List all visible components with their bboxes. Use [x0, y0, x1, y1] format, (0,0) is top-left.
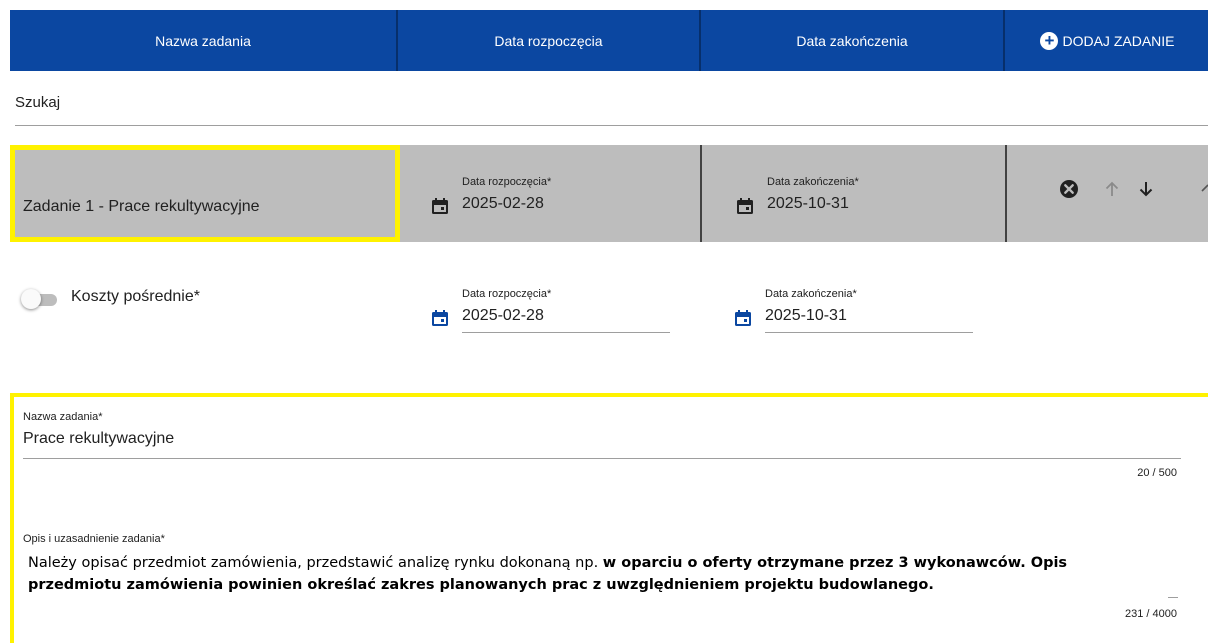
- column-divider: [700, 145, 702, 242]
- detail-end-date-label: Data zakończenia*: [765, 288, 857, 300]
- start-date-value: 2025-02-28: [462, 195, 544, 212]
- task-name-field-value: Prace rekultywacyjne: [23, 430, 175, 447]
- end-date-underline: [765, 332, 973, 333]
- task-row[interactable]: Zadanie 1 - Prace rekultywacyjne Data ro…: [10, 145, 1208, 242]
- calendar-icon[interactable]: [735, 196, 755, 216]
- end-date-value: 2025-10-31: [767, 195, 849, 212]
- detail-end-date[interactable]: Data zakończenia* 2025-10-31: [733, 288, 973, 334]
- task-name-counter: 20 / 500: [1137, 467, 1177, 479]
- detail-start-date-label: Data rozpoczęcia*: [462, 288, 552, 300]
- toggle-knob: [21, 289, 41, 309]
- task-name: Zadanie 1 - Prace rekultywacyjne: [23, 198, 260, 215]
- search-input[interactable]: [15, 94, 1208, 111]
- calendar-icon[interactable]: [430, 196, 450, 216]
- task-end-date[interactable]: Data zakończenia* 2025-10-31: [735, 176, 985, 221]
- description-textarea[interactable]: Należy opisać przedmiot zamówienia, prze…: [28, 552, 1138, 596]
- start-date-underline: [462, 332, 670, 333]
- start-date-label: Data rozpoczęcia*: [462, 176, 552, 188]
- column-header-task-name[interactable]: Nazwa zadania: [10, 10, 398, 71]
- close-circle-icon[interactable]: [1059, 179, 1079, 199]
- detail-start-date[interactable]: Data rozpoczęcia* 2025-02-28: [430, 288, 670, 334]
- task-name-cell[interactable]: Zadanie 1 - Prace rekultywacyjne: [10, 145, 400, 242]
- task-form: Nazwa zadania* Prace rekultywacyjne 20 /…: [10, 393, 1208, 643]
- indirect-costs-label: Koszty pośrednie*: [71, 288, 200, 305]
- chevron-up-icon[interactable]: [1200, 179, 1208, 199]
- end-date-label: Data zakończenia*: [767, 176, 859, 188]
- arrow-up-icon[interactable]: [1102, 179, 1122, 199]
- textarea-resize-mark: [1168, 597, 1178, 598]
- arrow-down-icon[interactable]: [1136, 179, 1156, 199]
- description-field-label: Opis i uzasadnienie zadania*: [23, 533, 165, 545]
- column-header-end-date[interactable]: Data zakończenia: [701, 10, 1005, 71]
- plus-circle-icon: +: [1040, 31, 1059, 50]
- task-name-field[interactable]: Prace rekultywacyjne: [23, 430, 1183, 458]
- add-task-button[interactable]: + DODAJ ZADANIE: [1005, 10, 1208, 71]
- task-name-underline: [23, 458, 1181, 459]
- detail-start-date-value: 2025-02-28: [462, 307, 544, 324]
- task-start-date[interactable]: Data rozpoczęcia* 2025-02-28: [430, 176, 680, 221]
- column-divider: [1005, 145, 1007, 242]
- calendar-icon[interactable]: [430, 308, 450, 328]
- description-counter: 231 / 4000: [1125, 608, 1177, 620]
- tasks-table-header: Nazwa zadania Data rozpoczęcia Data zako…: [10, 10, 1208, 71]
- column-header-start-date[interactable]: Data rozpoczęcia: [398, 10, 701, 71]
- detail-end-date-value: 2025-10-31: [765, 307, 847, 324]
- search-field: [15, 82, 1208, 126]
- task-name-field-label: Nazwa zadania*: [23, 411, 103, 423]
- calendar-icon[interactable]: [733, 308, 753, 328]
